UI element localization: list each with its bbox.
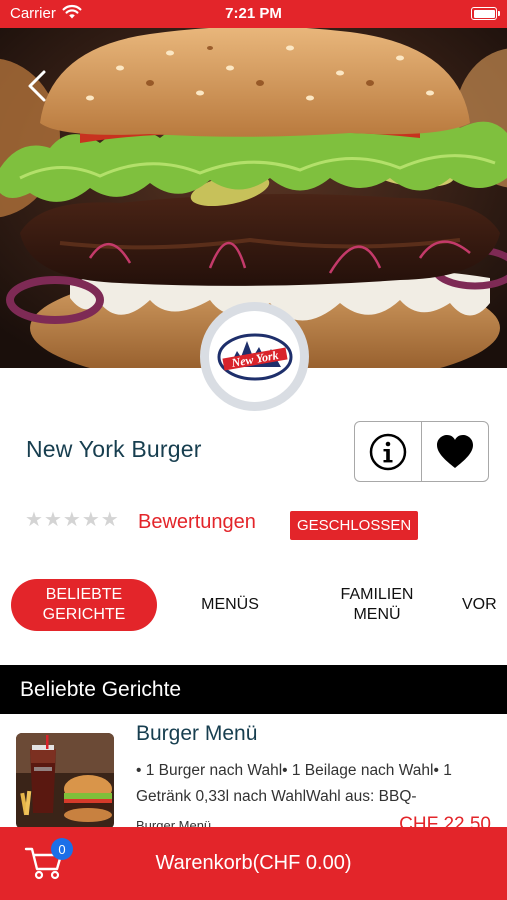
item-title: Burger Menü: [136, 722, 258, 745]
status-badge: GESCHLOSSEN: [290, 511, 419, 540]
status-bar: Carrier 7:21 PM: [0, 0, 507, 28]
restaurant-actions: [354, 421, 489, 482]
star-icon: ★: [81, 509, 100, 531]
logo-badge: New York: [209, 311, 300, 402]
cart-label: Warenkorb(CHF 0.00): [155, 852, 352, 874]
info-icon: [369, 433, 407, 470]
favorite-button[interactable]: [421, 422, 488, 481]
rating-stars: ★ ★ ★ ★ ★: [25, 510, 119, 530]
restaurant-logo: New York: [200, 302, 309, 411]
item-image: [16, 733, 114, 829]
new-york-logo: New York: [217, 333, 292, 380]
info-button[interactable]: [355, 422, 421, 481]
star-icon: ★: [100, 509, 119, 531]
clock: 7:21 PM: [225, 5, 282, 22]
category-tabs: BELIEBTE GERICHTE MENÜS FAMILIEN MENÜ VO…: [0, 576, 507, 636]
item-description: • 1 Burger nach Wahl• 1 Beilage nach Wah…: [136, 762, 452, 805]
star-icon: ★: [43, 509, 62, 531]
star-icon: ★: [25, 509, 43, 531]
tab-menus[interactable]: MENÜS: [180, 579, 280, 631]
cart-button[interactable]: 0 Warenkorb(CHF 0.00): [0, 827, 507, 900]
section-header: Beliebte Gerichte: [0, 665, 507, 714]
restaurant-name: New York Burger: [26, 436, 202, 462]
tab-familien-menu[interactable]: FAMILIEN MENÜ: [322, 579, 432, 631]
menu-item[interactable]: Burger Menü • 1 Burger nach Wahl• 1 Beil…: [0, 714, 507, 834]
reviews-link[interactable]: Bewertungen: [138, 511, 256, 534]
star-icon: ★: [62, 509, 81, 531]
tab-beliebte-gerichte[interactable]: BELIEBTE GERICHTE: [11, 579, 157, 631]
tab-vor[interactable]: VOR: [462, 579, 507, 631]
back-button[interactable]: [22, 68, 52, 104]
battery-icon: [471, 7, 500, 20]
chevron-left-icon: [28, 70, 46, 102]
heart-icon: [437, 434, 473, 468]
